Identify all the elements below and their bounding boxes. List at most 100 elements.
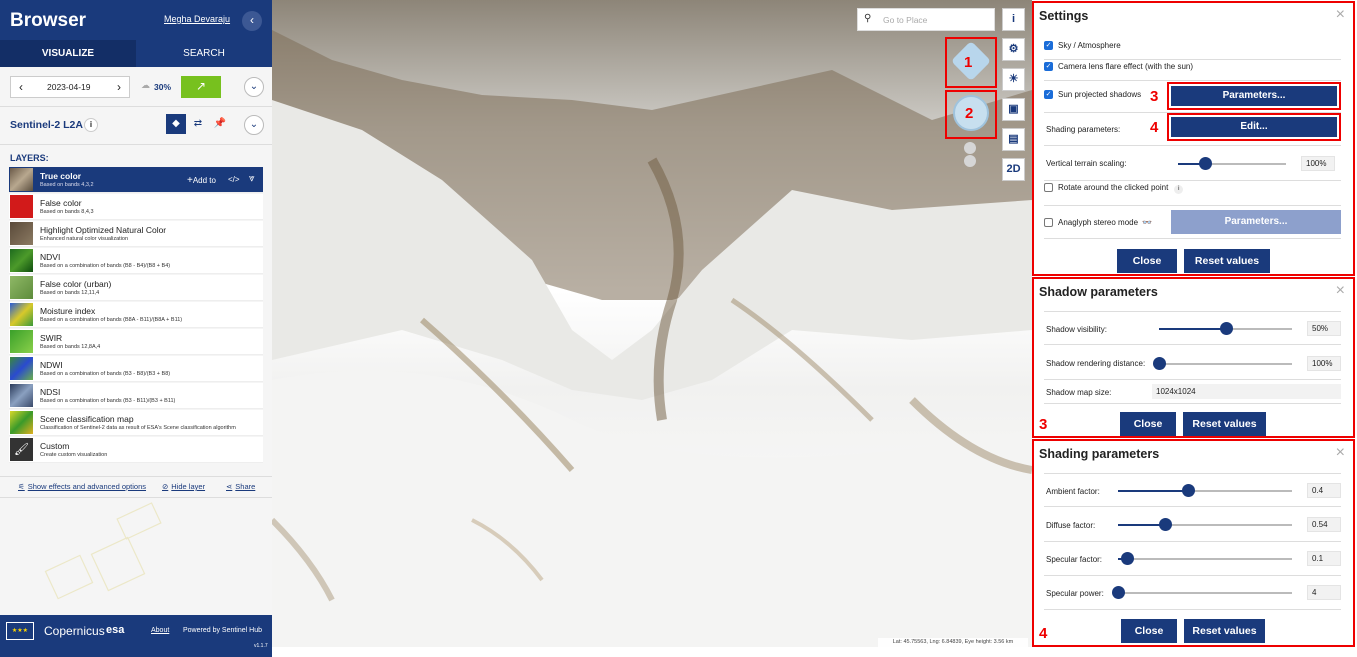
tab-visualize[interactable]: VISUALIZE [0, 40, 136, 67]
shadow-distance-slider[interactable] [1153, 357, 1292, 370]
shadow-parameters-button[interactable]: Parameters... [1171, 86, 1337, 106]
shading-title: Shading parameters [1039, 447, 1160, 461]
slider-knob[interactable] [1112, 586, 1125, 599]
search-date-button[interactable]: ↗ [181, 76, 221, 98]
reset-values-button[interactable]: Reset values [1184, 249, 1270, 273]
layer-item-ndwi[interactable]: NDWI Based on a combination of bands (B3… [9, 356, 263, 382]
layer-thumbnail [10, 249, 33, 272]
zoom-in-icon[interactable] [964, 142, 976, 154]
terrain-render [272, 30, 1032, 647]
layer-item-custom[interactable]: 🖌 Custom Create custom visualization [9, 437, 263, 463]
shadow-mapsize-select[interactable]: 1024x1024 [1152, 384, 1341, 399]
edit-shading-button[interactable]: Edit... [1171, 117, 1337, 137]
close-button[interactable]: Close [1121, 619, 1177, 643]
hide-layer-link[interactable]: ⊘ Hide layer [162, 482, 205, 491]
power-slider[interactable] [1112, 586, 1292, 599]
app-title: Browser [10, 10, 87, 31]
lightbulb-icon[interactable]: ☀ [1002, 68, 1025, 91]
layers-header: LAYERS: [10, 153, 49, 163]
slider-knob[interactable] [1219, 322, 1233, 335]
film-icon[interactable]: ▤ [1002, 128, 1025, 151]
compare-icon[interactable]: ⇄ [188, 114, 208, 134]
user-link[interactable]: Megha Devaraju [164, 14, 230, 24]
diffuse-value[interactable]: 0.54 [1307, 517, 1341, 532]
specular-slider[interactable] [1118, 552, 1292, 565]
share-link[interactable]: ⋖ Share [226, 482, 255, 491]
expand-layer-icon[interactable]: ⩔ [249, 173, 255, 184]
shadow-visibility-slider[interactable] [1159, 322, 1292, 335]
next-date-icon[interactable]: › [109, 77, 129, 97]
layer-item-false-color-urban[interactable]: False color (urban) Based on bands 12,11… [9, 275, 263, 301]
expand-date-icon[interactable]: ⌄ [244, 77, 264, 97]
slider-knob[interactable] [1158, 518, 1172, 531]
shadow-distance-value[interactable]: 100% [1307, 356, 1341, 371]
pin-icon[interactable]: 📌 [210, 114, 230, 134]
diffuse-slider[interactable] [1118, 518, 1292, 531]
annotation-1: 1 [964, 54, 973, 71]
tab-search[interactable]: SEARCH [136, 40, 272, 67]
glasses-icon: 👓 [1142, 218, 1153, 227]
slider-knob[interactable] [1120, 552, 1134, 565]
expand-dataset-icon[interactable]: ⌄ [244, 115, 264, 135]
esa-logo: esa [106, 624, 125, 636]
info-icon[interactable]: i [1174, 185, 1184, 194]
layer-desc: Classification of Sentinel-2 data as res… [40, 425, 236, 431]
collapse-sidebar-icon[interactable]: ‹ [242, 11, 262, 31]
checkbox-unchecked-icon[interactable] [1044, 183, 1053, 193]
image-download-icon[interactable]: ▣ [1002, 98, 1025, 121]
vertical-scaling-slider[interactable] [1178, 157, 1286, 170]
date-value[interactable]: 2023-04-19 [47, 82, 90, 92]
zoom-out-icon[interactable] [964, 155, 976, 167]
close-icon[interactable]: × [1336, 6, 1345, 24]
layer-item-ndsi[interactable]: NDSI Based on a combination of bands (B3… [9, 383, 263, 409]
checkbox-checked-icon[interactable]: ✓ [1044, 90, 1053, 100]
mode-2d-button[interactable]: 2D [1002, 158, 1025, 181]
ambient-slider[interactable] [1118, 484, 1292, 497]
copernicus-logo: Copernicus [44, 624, 105, 638]
annotation-4: 4 [1039, 625, 1048, 642]
map-3d-view[interactable]: ⚲ Go to Place i ⚙ ☀ ▣ ▤ 2D 1 2 Lat: 45.7… [272, 0, 1032, 647]
layer-item-false-color[interactable]: False color Based on bands 8,4,3 [9, 194, 263, 220]
close-button[interactable]: Close [1117, 249, 1177, 273]
layer-item-highlight[interactable]: Highlight Optimized Natural Color Enhanc… [9, 221, 263, 247]
prev-date-icon[interactable]: ‹ [11, 77, 31, 97]
layer-title: Highlight Optimized Natural Color [40, 225, 167, 235]
rotate-option[interactable]: Rotate around the clicked point i [1044, 183, 1341, 206]
close-icon[interactable]: × [1336, 282, 1345, 300]
checkbox-checked-icon[interactable]: ✓ [1044, 41, 1053, 51]
show-effects-link[interactable]: ⚟ Show effects and advanced options [18, 482, 146, 491]
sky-option[interactable]: ✓ Sky / Atmosphere [1044, 41, 1341, 60]
code-icon[interactable]: </> [228, 175, 240, 184]
search-place-input[interactable]: ⚲ Go to Place [857, 8, 995, 31]
checkbox-checked-icon[interactable]: ✓ [1044, 62, 1053, 72]
close-icon[interactable]: × [1336, 444, 1345, 462]
info-icon[interactable]: i [84, 118, 98, 132]
checkbox-unchecked-icon[interactable] [1044, 218, 1053, 228]
layers-icon[interactable]: ◆ [166, 114, 186, 134]
slider-knob[interactable] [1199, 157, 1212, 170]
vertical-scaling-value[interactable]: 100% [1301, 156, 1335, 171]
shadow-visibility-value[interactable]: 50% [1307, 321, 1341, 336]
layer-item-true-color[interactable]: True color Based on bands 4,3,2 +Add to … [9, 167, 263, 193]
specular-value[interactable]: 0.1 [1307, 551, 1341, 566]
lens-flare-option[interactable]: ✓ Camera lens flare effect (with the sun) [1044, 62, 1341, 81]
info-button[interactable]: i [1002, 8, 1025, 31]
layer-item-swir[interactable]: SWIR Based on bands 12,8A,4 [9, 329, 263, 355]
layer-item-scene-classification[interactable]: Scene classification map Classification … [9, 410, 263, 436]
power-value[interactable]: 4 [1307, 585, 1341, 600]
layer-item-moisture[interactable]: Moisture index Based on a combination of… [9, 302, 263, 328]
slider-knob[interactable] [1153, 357, 1166, 370]
anaglyph-parameters-button[interactable]: Parameters... [1171, 210, 1341, 234]
about-link[interactable]: About [151, 627, 169, 634]
gear-icon[interactable]: ⚙ [1002, 38, 1025, 61]
date-picker[interactable]: ‹ 2023-04-19 › [10, 76, 130, 98]
reset-values-button[interactable]: Reset values [1183, 412, 1266, 436]
cloud-coverage[interactable]: 30% [154, 82, 171, 92]
layer-title: Moisture index [40, 306, 96, 316]
layer-item-ndvi[interactable]: NDVI Based on a combination of bands (B8… [9, 248, 263, 274]
reset-values-button[interactable]: Reset values [1184, 619, 1265, 643]
close-button[interactable]: Close [1120, 412, 1176, 436]
add-to-button[interactable]: +Add to [187, 175, 216, 186]
ambient-value[interactable]: 0.4 [1307, 483, 1341, 498]
slider-knob[interactable] [1181, 484, 1195, 497]
